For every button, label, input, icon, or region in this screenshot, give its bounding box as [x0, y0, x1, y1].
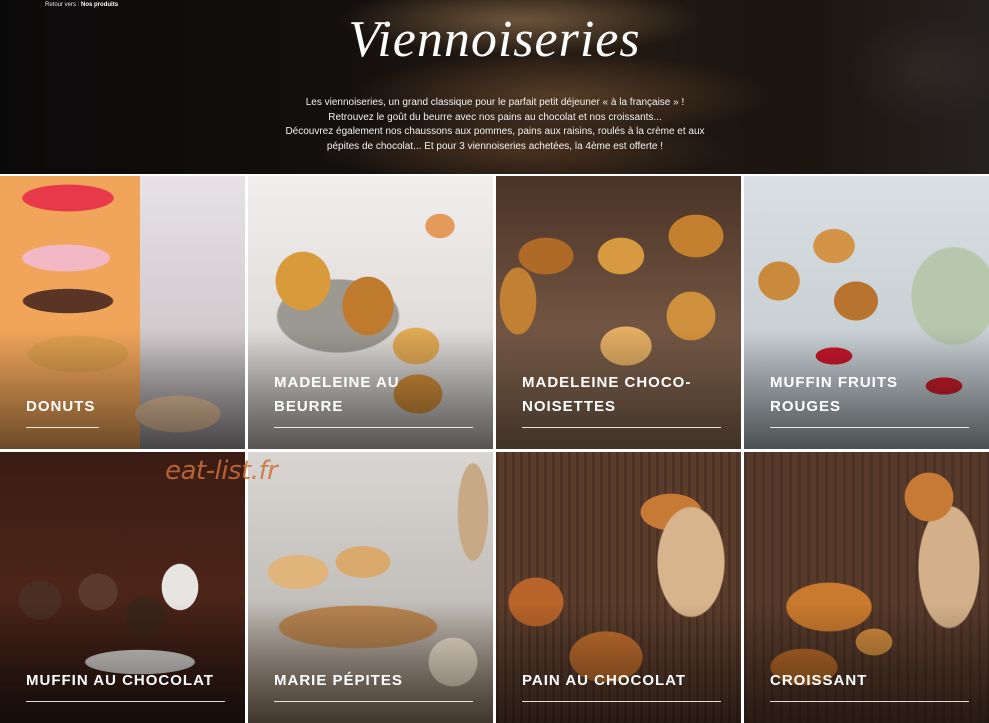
hero-description-line: pépites de chocolat... Et pour 3 viennoi…	[326, 140, 664, 152]
label-underline	[274, 701, 473, 702]
product-card-marie-pepites[interactable]: MARIE PÉPITES	[248, 452, 493, 723]
label-underline	[274, 427, 473, 428]
label-underline	[26, 427, 99, 428]
page-title: Viennoiseries	[348, 11, 641, 68]
hero-description-line: Découvrez également nos chaussons aux po…	[285, 126, 705, 137]
product-label: MADELEINE CHOCO- NOISETTES	[522, 374, 692, 415]
product-card-pain-au-chocolat[interactable]: PAIN AU CHOCOLAT	[496, 452, 741, 723]
breadcrumb-prefix: Retour vers :	[45, 2, 80, 8]
label-underline	[770, 701, 969, 702]
hero-banner: Retour vers : Nos produits Viennoiseries…	[0, 0, 989, 174]
product-label: PAIN AU CHOCOLAT	[522, 672, 687, 689]
product-card-madeleine-au-beurre[interactable]: MADELEINE AU BEURRE	[248, 176, 493, 449]
label-underline	[522, 427, 721, 428]
hero-description: Les viennoiseries, un grand classique po…	[250, 96, 740, 154]
product-label: MUFFIN FRUITS ROUGES	[770, 374, 898, 415]
label-underline	[522, 701, 721, 702]
product-card-muffin-fruits-rouges[interactable]: MUFFIN FRUITS ROUGES	[744, 176, 989, 449]
product-label: MUFFIN AU CHOCOLAT	[26, 672, 214, 689]
product-card-donuts[interactable]: DONUTS	[0, 176, 245, 449]
breadcrumb-link-nos-produits[interactable]: Nos produits	[81, 2, 118, 8]
product-card-muffin-au-chocolat[interactable]: MUFFIN AU CHOCOLAT	[0, 452, 245, 723]
watermark-text: eat-list.fr	[165, 456, 278, 486]
label-underline	[26, 701, 225, 702]
product-label: CROISSANT	[770, 672, 868, 689]
label-underline	[770, 427, 969, 428]
product-label: MADELEINE AU BEURRE	[274, 374, 400, 415]
product-label: MARIE PÉPITES	[274, 672, 403, 689]
product-card-madeleine-choco-noisettes[interactable]: MADELEINE CHOCO- NOISETTES	[496, 176, 741, 449]
product-grid: DONUTS MADELEINE AU BEURRE MADELEINE CHO…	[0, 176, 989, 723]
breadcrumb: Retour vers : Nos produits	[45, 2, 118, 8]
hero-description-line: Retrouvez le goût du beurre avec nos pai…	[328, 111, 662, 123]
product-label: DONUTS	[26, 398, 96, 415]
hero-description-line: Les viennoiseries, un grand classique po…	[305, 97, 685, 108]
product-card-croissant[interactable]: CROISSANT	[744, 452, 989, 723]
